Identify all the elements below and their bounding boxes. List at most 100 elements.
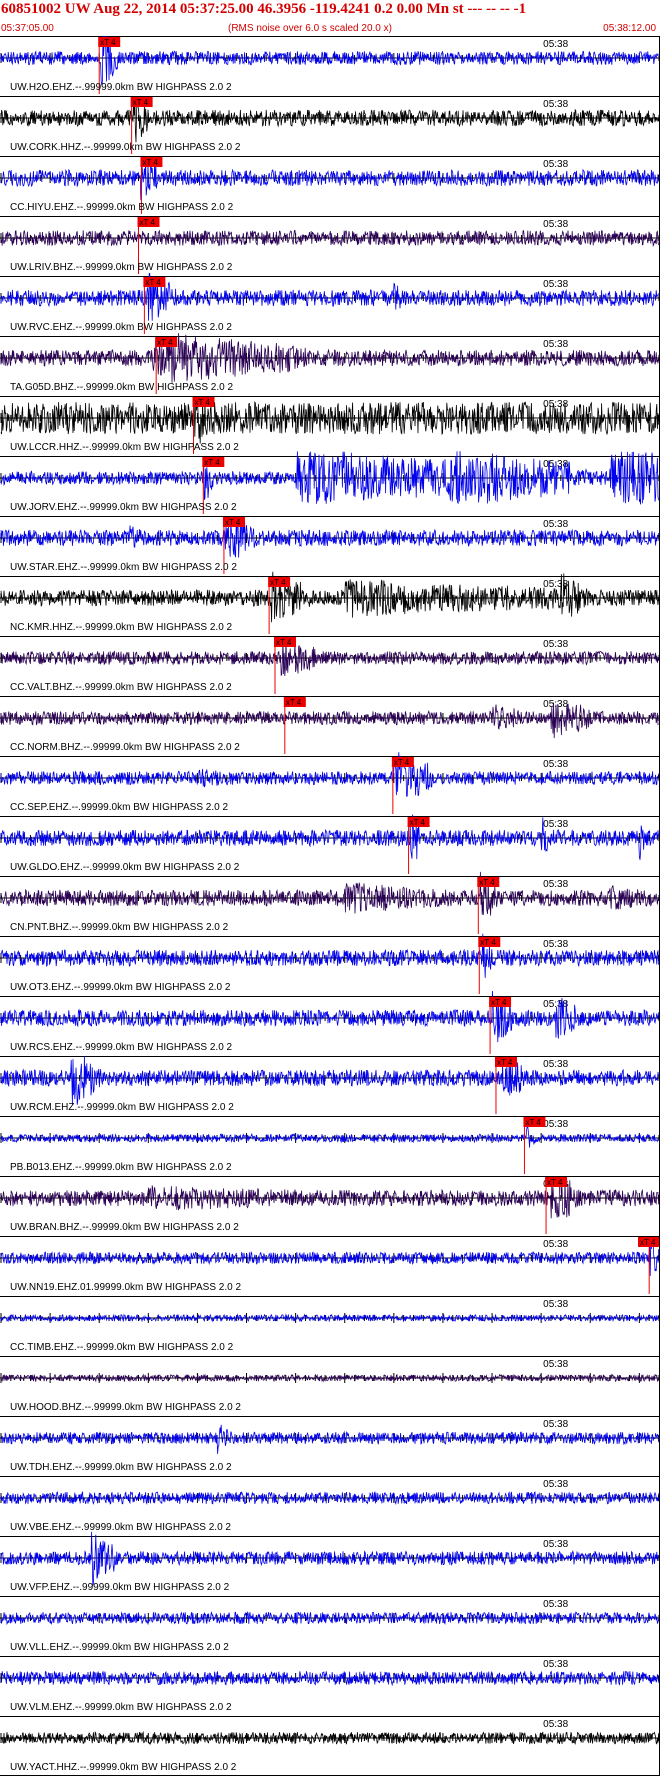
- station-label: UW.RCS.EHZ.--.99999.0km BW HIGHPASS 2.0 …: [10, 1042, 233, 1053]
- pick-label: xT 4: [204, 458, 220, 467]
- minute-label: 05:38: [543, 1119, 568, 1130]
- trace-row: 05:38 xT 4 UW.RCM.EHZ.--.99999.0km BW HIGH…: [0, 1056, 660, 1114]
- station-label: CN.PNT.BHZ.--.99999.0km BW HIGHPASS 2.0 …: [10, 922, 229, 933]
- event-title: 60851002 UW Aug 22, 2014 05:37:25.00 46.…: [1, 1, 527, 17]
- pick-label: xT 4: [525, 1118, 541, 1127]
- minute-label: 05:38: [543, 1419, 568, 1430]
- station-label: UW.YACT.HHZ.--.99999.0km BW HIGHPASS 2.0…: [10, 1762, 237, 1773]
- trace-row: 05:38xT 4UW.LCCR.HHZ.--.99999.0km BW HIG…: [0, 396, 660, 454]
- minute-label: 05:38: [543, 759, 568, 770]
- trace-row: 05:38 UW.YACT.HHZ.--.99999.0km BW HIGHPAS…: [0, 1716, 660, 1773]
- minute-label: 05:38: [543, 1599, 568, 1610]
- trace-row: 05:38xT 4CC.NORM.BHZ.--.99999.0km BW HIG…: [0, 696, 660, 754]
- minute-label: 05:38: [543, 1479, 568, 1490]
- pick-label: xT 4: [640, 1238, 656, 1247]
- minute-label: 05:38: [543, 999, 568, 1010]
- pick-label: xT 4: [410, 818, 426, 827]
- trace-row: 05:38 xT 4 UW.OT3.EHZ.--.99999.0km BW HIGH…: [0, 933, 660, 994]
- station-label: UW.RVC.EHZ.--.99999.0km BW HIGHPASS 2.0 …: [10, 322, 232, 333]
- station-label: UW.VBE.EHZ.--.99999.0km BW HIGHPASS 2.0 …: [10, 1522, 231, 1533]
- station-label: UW.VFP.EHZ.--.99999.0km BW HIGHPASS 2.0 …: [10, 1582, 230, 1593]
- station-label: UW.CORK.HHZ.--.99999.0km BW HIGHPASS 2.0…: [10, 142, 241, 153]
- trace-row: 05:38 xT 4 UW.H2O.EHZ.--.99999.0km BW HIGH…: [0, 36, 660, 94]
- trace-row: 05:38xT 4 PB.B013.EHZ.--.99999.0km BW HIG…: [0, 1116, 660, 1174]
- minute-label: 05:38: [543, 819, 568, 830]
- station-label: UW.LCCR.HHZ.--.99999.0km BW HIGHPASS 2.0…: [10, 442, 239, 453]
- trace-row: 05:38xT 4UW.BRAN.BHZ.--.99999.0km BW HIG…: [0, 1176, 660, 1234]
- trace-row: 05:38 xT 4 UW.RCS.EHZ.--.99999.0km BW HIGH…: [0, 990, 660, 1054]
- station-label: UW.VLL.EHZ.--.99999.0km BW HIGHPASS 2.0 …: [10, 1642, 229, 1653]
- trace-row: 05:38 xT 4 UW.CORK.HHZ.--.99999.0km BW HIG…: [0, 96, 660, 154]
- plot-header: 60851002 UW Aug 22, 2014 05:37:25.00 46.…: [0, 0, 660, 36]
- station-label: UW.JORV.EHZ.--.99999.0km BW HIGHPASS 2.0…: [10, 502, 237, 513]
- station-label: UW.TDH.EHZ.--.99999.0km BW HIGHPASS 2.0 …: [10, 1462, 232, 1473]
- scale-note: (RMS noise over 6.0 s scaled 20.0 x): [228, 23, 392, 34]
- station-label: UW.RCM.EHZ.--.99999.0km BW HIGHPASS 2.0 …: [10, 1102, 234, 1113]
- station-label: UW.GLDO.EHZ.--.99999.0km BW HIGHPASS 2.0…: [10, 862, 240, 873]
- trace-row: 05:38 xT 4 CC.HIYU.EHZ.--.99999.0km BW HIG…: [0, 156, 660, 214]
- pick-label: xT 4: [225, 518, 241, 527]
- pick-label: xT 4: [547, 1178, 563, 1187]
- pick-label: xT 4: [479, 878, 495, 887]
- pick-label: xT 4: [394, 758, 410, 767]
- pick-label: xT 4: [270, 578, 286, 587]
- minute-label: 05:38: [543, 99, 568, 110]
- trace-row: 05:38 xT 4 CN.PNT.BHZ.--.99999.0km BW HIGH…: [0, 871, 660, 934]
- minute-label: 05:38: [543, 339, 568, 350]
- station-label: UW.STAR.EHZ.--.99999.0km BW HIGHPASS 2.0…: [10, 562, 237, 573]
- trace-row: 05:38xT 4UW.JORV.EHZ.--.99999.0km BW HIG…: [0, 451, 660, 514]
- minute-label: 05:38: [543, 1299, 568, 1310]
- station-label: CC.NORM.BHZ.--.99999.0km BW HIGHPASS 2.0…: [10, 742, 240, 753]
- pick-label: xT 4: [139, 218, 155, 227]
- station-label: CC.TIMB.EHZ.--.99999.0km BW HIGHPASS 2.0…: [10, 1342, 234, 1353]
- minute-label: 05:38: [543, 1239, 568, 1250]
- start-time: 05:37:05.00: [1, 23, 54, 34]
- pick-label: xT 4: [276, 638, 292, 647]
- trace-row: 05:38 xT 4 TA.G05D.BHZ.--.99999.0km BW HIG…: [0, 333, 660, 394]
- station-label: PB.B013.EHZ.--.99999.0km BW HIGHPASS 2.0…: [10, 1162, 232, 1173]
- minute-label: 05:38: [543, 1659, 568, 1670]
- minute-label: 05:38: [543, 279, 568, 290]
- end-time: 05:38:12.00: [603, 23, 656, 34]
- trace-row: 05:38xT 4NC.KMR.HHZ.--.99999.0km BW HIGH…: [0, 571, 660, 634]
- station-label: CC.HIYU.EHZ.--.99999.0km BW HIGHPASS 2.0…: [10, 202, 234, 213]
- minute-label: 05:38: [543, 519, 568, 530]
- pick-label: xT 4: [142, 158, 158, 167]
- pick-label: xT 4: [491, 998, 507, 1007]
- trace-row: 05:38 UW.TDH.EHZ.--.99999.0km BW HIGHPASS…: [0, 1416, 660, 1473]
- station-label: TA.G05D.BHZ.--.99999.0km BW HIGHPASS 2.0…: [10, 382, 233, 393]
- station-label: UW.H2O.EHZ.--.99999.0km BW HIGHPASS 2.0 …: [10, 82, 232, 93]
- pick-label: xT 4: [480, 938, 496, 947]
- trace-row: 05:38 xT 4 UW.STAR.EHZ.--.99999.0km BW HIG…: [0, 516, 660, 574]
- station-label: NC.KMR.HHZ.--.99999.0km BW HIGHPASS 2.0 …: [10, 622, 233, 633]
- trace-row: 05:38 UW.VFP.EHZ.--.99999.0km BW HIGHPASS…: [0, 1531, 660, 1593]
- minute-label: 05:38: [543, 939, 568, 950]
- station-label: UW.BRAN.BHZ.--.99999.0km BW HIGHPASS 2.0…: [10, 1222, 239, 1233]
- pick-label: xT 4: [133, 98, 149, 107]
- minute-label: 05:38: [543, 639, 568, 650]
- trace-row: 05:38 UW.HOOD.BHZ.--.99999.0km BW HIGHPAS…: [0, 1356, 660, 1413]
- minute-label: 05:38: [543, 1059, 568, 1070]
- station-label: UW.OT3.EHZ.--.99999.0km BW HIGHPASS 2.0 …: [10, 982, 231, 993]
- minute-label: 05:38: [543, 1359, 568, 1370]
- minute-label: 05:38: [543, 219, 568, 230]
- station-label: UW.NN19.EHZ.01.99999.0km BW HIGHPASS 2.0…: [10, 1282, 241, 1293]
- minute-label: 05:38: [543, 1539, 568, 1550]
- pick-label: xT 4: [145, 278, 161, 287]
- trace-row: 05:38 xT 4 CC.VALT.BHZ.--.99999.0km BW HIG…: [0, 636, 660, 694]
- trace-row: 05:38 xT 4 UW.NN19.EHZ.01.99999.0km BW HIG…: [0, 1236, 660, 1294]
- trace-row: 05:38 UW.VLM.EHZ.--.99999.0km BW HIGHPASS…: [0, 1656, 660, 1713]
- pick-label: xT 4: [100, 38, 116, 47]
- trace-row: 05:38 xT 4 UW.GLDO.EHZ.--.99999.0km BW HIG…: [0, 814, 660, 874]
- minute-label: 05:38: [543, 1719, 568, 1730]
- pick-label: xT 4: [286, 698, 302, 707]
- station-label: UW.VLM.EHZ.--.99999.0km BW HIGHPASS 2.0 …: [10, 1702, 232, 1713]
- trace-row: 05:38 CC.TIMB.EHZ.--.99999.0km BW HIGHPAS…: [0, 1296, 660, 1353]
- trace-row: 05:38 xT 4 UW.RVC.EHZ.--.99999.0km BW HIGH…: [0, 272, 660, 334]
- minute-label: 05:38: [543, 879, 568, 890]
- trace-row: 05:38 UW.VLL.EHZ.--.99999.0km BW HIGHPASS…: [0, 1596, 660, 1653]
- trace-row: 05:38 xT 4 CC.SEP.EHZ.--.99999.0km BW HIGH…: [0, 752, 660, 814]
- trace-row: 05:38 UW.VBE.EHZ.--.99999.0km BW HIGHPASS…: [0, 1476, 660, 1533]
- seismogram-plot: 05:38xT 4UW.H2O.EHZ.--.99999.0km BW HIGH…: [0, 36, 660, 1776]
- station-label: UW.HOOD.BHZ.--.99999.0km BW HIGHPASS 2.0…: [10, 1402, 241, 1413]
